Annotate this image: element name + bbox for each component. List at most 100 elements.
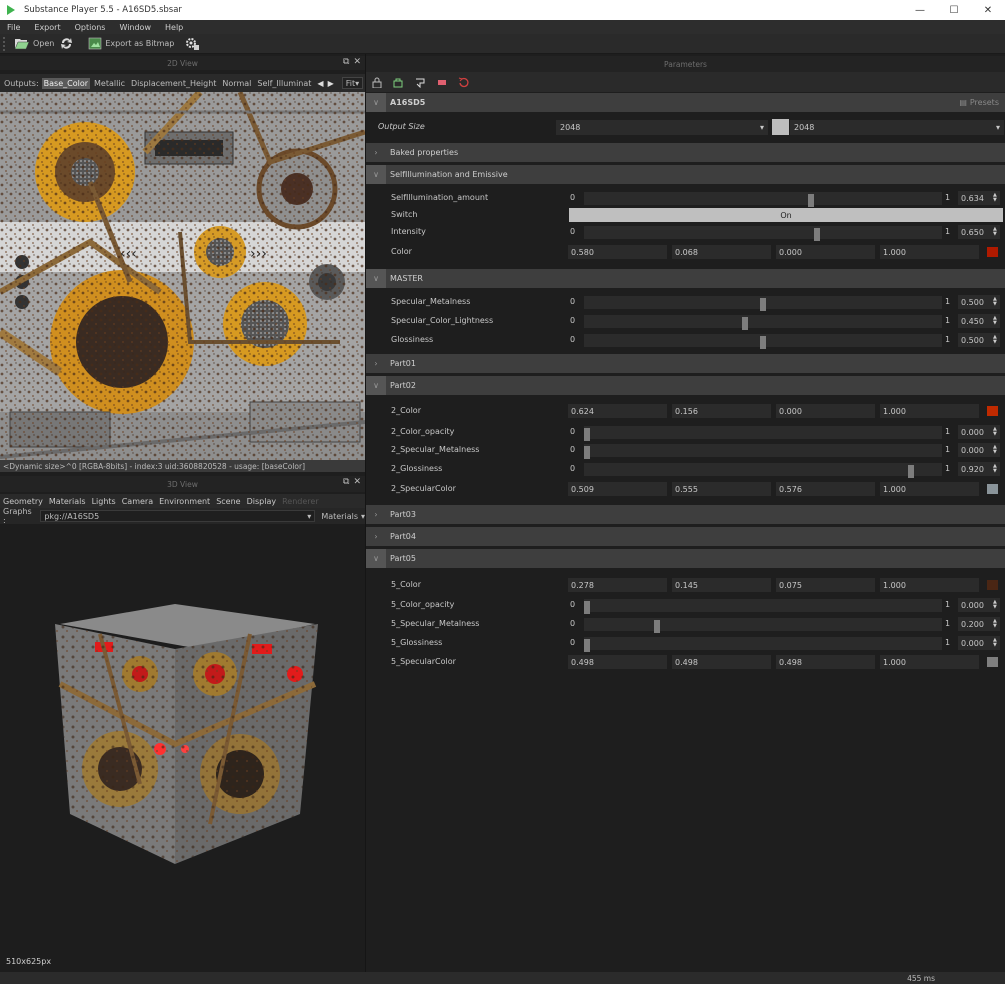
texture-preview[interactable]: ‹‹‹ ›››	[0, 92, 365, 460]
maximize-button[interactable]: ☐	[937, 0, 971, 20]
spin-arrows-icon[interactable]: ▲ ▼	[993, 316, 997, 326]
chevron-down-icon[interactable]: ∨	[366, 549, 386, 568]
section-part02[interactable]: ∨ Part02	[366, 376, 1005, 395]
spin-arrows-icon[interactable]: ▲ ▼	[993, 600, 997, 610]
menu-file[interactable]: File	[0, 23, 27, 32]
float-icon[interactable]: ⧉	[343, 57, 349, 67]
open-button[interactable]: Open	[14, 37, 54, 50]
color-a-input[interactable]: 1.000	[880, 578, 979, 592]
color-swatch[interactable]	[987, 580, 998, 590]
color-a-input[interactable]: 1.000	[880, 245, 979, 259]
export-bitmap-button[interactable]: Export as Bitmap	[88, 37, 174, 50]
color-g-input[interactable]: 0.498	[672, 655, 771, 669]
output-size-width-select[interactable]: 2048 ▾	[556, 120, 768, 135]
tab-renderer[interactable]: Renderer	[279, 497, 322, 506]
chevron-right-icon[interactable]: ›	[366, 143, 386, 162]
spin-arrows-icon[interactable]: ▲ ▼	[993, 193, 997, 203]
output-tab-normal[interactable]: Normal	[220, 78, 253, 89]
slider-thumb[interactable]	[584, 601, 590, 614]
slider-thumb[interactable]	[584, 446, 590, 459]
color-r-input[interactable]: 0.509	[568, 482, 667, 496]
chevron-down-icon[interactable]: ∨	[366, 269, 386, 288]
color-a-input[interactable]: 1.000	[880, 482, 979, 496]
spin-arrows-icon[interactable]: ▲ ▼	[993, 619, 997, 629]
menu-window[interactable]: Window	[112, 23, 158, 32]
zoom-select[interactable]: Fit ▾	[341, 77, 364, 89]
slider-track[interactable]	[584, 296, 942, 311]
color-b-input[interactable]: 0.000	[776, 245, 875, 259]
color-b-input[interactable]: 0.576	[776, 482, 875, 496]
section-self-illumination[interactable]: ∨ SelfIllumination and Emissive	[366, 165, 1005, 184]
slider-thumb[interactable]	[584, 428, 590, 441]
color-r-input[interactable]: 0.580	[568, 245, 667, 259]
chevron-right-icon[interactable]: ›	[366, 354, 386, 373]
chevron-down-icon[interactable]: ∨	[366, 376, 386, 395]
spin-arrows-icon[interactable]: ▲ ▼	[993, 297, 997, 307]
tab-environment[interactable]: Environment	[156, 497, 213, 506]
output-tab-self-illum[interactable]: Self_Illuminat	[255, 78, 313, 89]
export-preset-icon[interactable]	[414, 77, 426, 88]
slider-thumb[interactable]	[908, 465, 914, 478]
color-r-input[interactable]: 0.278	[568, 578, 667, 592]
spin-arrows-icon[interactable]: ▲ ▼	[993, 445, 997, 455]
color-g-input[interactable]: 0.145	[672, 578, 771, 592]
section-root[interactable]: ∨ A16SD5 ▤ Presets	[366, 93, 1005, 112]
section-baked-properties[interactable]: › Baked properties	[366, 143, 1005, 162]
close-icon[interactable]: ✕	[353, 57, 361, 67]
tab-camera[interactable]: Camera	[119, 497, 156, 506]
tab-scene[interactable]: Scene	[213, 497, 243, 506]
section-part03[interactable]: › Part03	[366, 505, 1005, 524]
tab-lights[interactable]: Lights	[89, 497, 119, 506]
output-size-height-select[interactable]: 2048 ▾	[790, 120, 1004, 135]
spin-arrows-icon[interactable]: ▲ ▼	[993, 227, 997, 237]
color-r-input[interactable]: 0.624	[568, 404, 667, 418]
chevron-down-icon[interactable]: ∨	[366, 165, 386, 184]
toolbar-grip[interactable]	[3, 36, 9, 51]
tab-materials[interactable]: Materials	[46, 497, 89, 506]
color-swatch[interactable]	[987, 484, 998, 494]
color-g-input[interactable]: 0.156	[672, 404, 771, 418]
spin-arrows-icon[interactable]: ▲ ▼	[993, 335, 997, 345]
slider-thumb[interactable]	[742, 317, 748, 330]
color-g-input[interactable]: 0.555	[672, 482, 771, 496]
slider-track[interactable]	[584, 599, 942, 614]
slider-track[interactable]	[584, 426, 942, 441]
slider-track[interactable]	[584, 226, 942, 241]
graph-select[interactable]: pkg://A16SD5 ▾	[40, 510, 316, 522]
slider-track[interactable]	[584, 463, 942, 478]
tab-geometry[interactable]: Geometry	[0, 497, 46, 506]
color-swatch[interactable]	[987, 657, 998, 667]
slider-thumb[interactable]	[584, 639, 590, 652]
menu-export[interactable]: Export	[27, 23, 67, 32]
color-b-input[interactable]: 0.498	[776, 655, 875, 669]
switch-toggle-button[interactable]: On	[569, 208, 1003, 222]
section-part05[interactable]: ∨ Part05	[366, 549, 1005, 568]
remove-preset-icon[interactable]	[436, 77, 448, 88]
close-button[interactable]: ✕	[971, 0, 1005, 20]
slider-thumb[interactable]	[814, 228, 820, 241]
color-swatch[interactable]	[987, 406, 998, 416]
size-link-button[interactable]	[772, 119, 789, 135]
tab-display[interactable]: Display	[244, 497, 280, 506]
color-g-input[interactable]: 0.068	[672, 245, 771, 259]
slider-thumb[interactable]	[808, 194, 814, 207]
slider-thumb[interactable]	[760, 336, 766, 349]
chevron-right-icon[interactable]: ›	[366, 527, 386, 546]
slider-track[interactable]	[584, 334, 942, 349]
spin-arrows-icon[interactable]: ▲ ▼	[993, 638, 997, 648]
spin-arrows-icon[interactable]: ▲ ▼	[993, 464, 997, 474]
random-seed-icon[interactable]	[392, 77, 404, 88]
menu-options[interactable]: Options	[68, 23, 113, 32]
next-output-icon[interactable]: ▶	[328, 79, 334, 88]
minimize-button[interactable]: —	[903, 0, 937, 20]
lock-icon[interactable]	[372, 77, 382, 88]
color-a-input[interactable]: 1.000	[880, 404, 979, 418]
close-icon[interactable]: ✕	[353, 477, 361, 487]
presets-button[interactable]: ▤ Presets	[959, 98, 999, 107]
slider-track[interactable]	[584, 618, 942, 633]
slider-track[interactable]	[584, 637, 942, 652]
slider-track[interactable]	[584, 444, 942, 459]
slider-track[interactable]	[584, 315, 942, 330]
slider-track[interactable]	[584, 192, 942, 207]
section-master[interactable]: ∨ MASTER	[366, 269, 1005, 288]
